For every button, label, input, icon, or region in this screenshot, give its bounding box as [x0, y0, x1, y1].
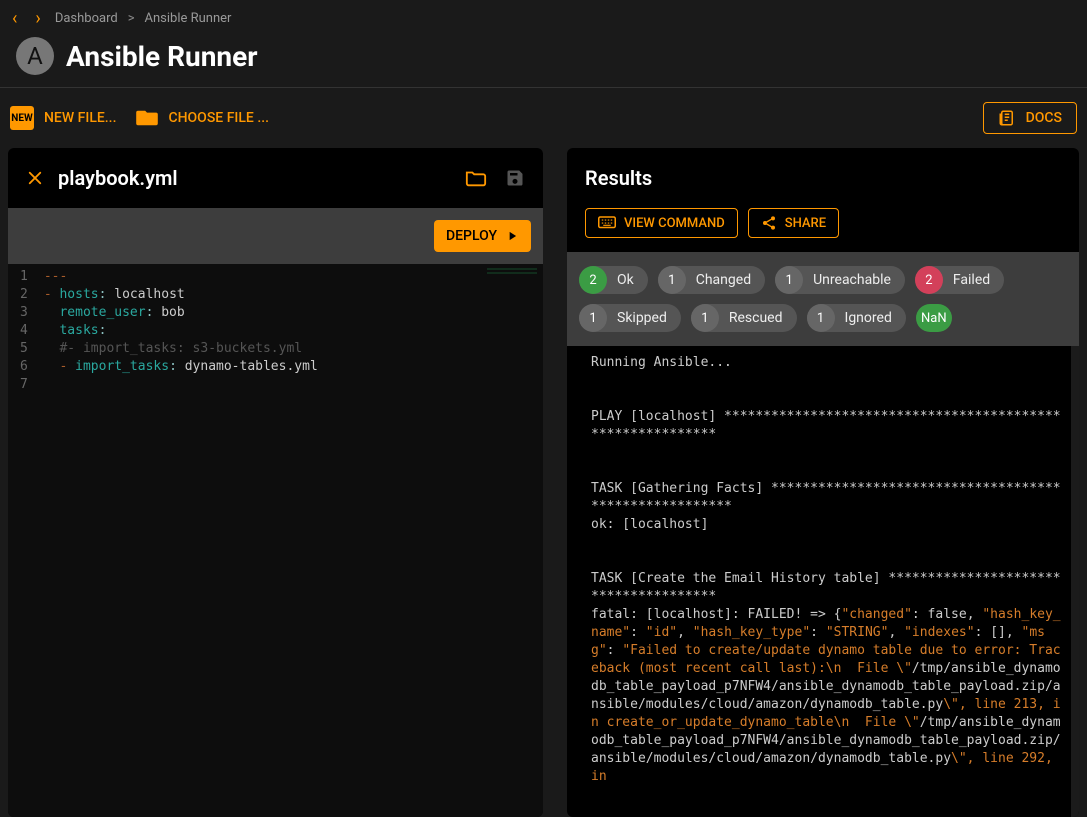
deploy-button[interactable]: DEPLOY [434, 220, 531, 252]
code-editor[interactable]: 1234567 --- - hosts: localhost remote_us… [8, 264, 543, 817]
toolbar: NEW NEW FILE... CHOOSE FILE ... DOCS [0, 88, 1087, 148]
share-label: SHARE [785, 216, 826, 231]
breadcrumb-bar: ‹ › Dashboard > Ansible Runner [0, 0, 1087, 37]
nav-back-button[interactable]: ‹ [8, 8, 21, 29]
stat-label: Ignored [845, 310, 892, 326]
panels: playbook.yml DEPLOY 1234567 --- - hosts:… [0, 148, 1087, 817]
code-content[interactable]: --- - hosts: localhost remote_user: bob … [36, 264, 326, 817]
line-gutter: 1234567 [8, 264, 36, 817]
stat-count: 1 [775, 266, 803, 294]
stat-count: 1 [691, 304, 719, 332]
view-command-label: VIEW COMMAND [624, 216, 725, 231]
results-title: Results [567, 148, 1079, 208]
minimap[interactable] [487, 268, 537, 298]
keyboard-icon [598, 216, 616, 230]
terminal-output[interactable]: Running Ansible... PLAY [localhost] ****… [567, 346, 1079, 817]
stat-label: Changed [696, 272, 751, 288]
deploy-bar: DEPLOY [8, 208, 543, 264]
choose-file-label: CHOOSE FILE ... [168, 110, 269, 126]
results-panel: Results VIEW COMMAND SHARE 2Ok1Changed1U… [567, 148, 1079, 817]
stat-chip-ignored[interactable]: 1 Ignored [807, 304, 906, 332]
open-folder-icon[interactable] [465, 168, 487, 188]
editor-filename: playbook.yml [58, 166, 178, 190]
share-button[interactable]: SHARE [748, 208, 839, 238]
title-row: A Ansible Runner [0, 37, 1087, 88]
deploy-label: DEPLOY [446, 228, 497, 244]
stats-bar: 2Ok1Changed1Unreachable2Failed1Skipped1R… [567, 252, 1079, 346]
stat-chip-nan[interactable]: NaN [916, 304, 952, 332]
stat-count: 1 [658, 266, 686, 294]
stat-chip-skipped[interactable]: 1 Skipped [579, 304, 681, 332]
stat-chip-unreachable[interactable]: 1 Unreachable [775, 266, 905, 294]
stat-label: Failed [953, 272, 990, 288]
stat-chip-changed[interactable]: 1 Changed [658, 266, 765, 294]
stat-count: 1 [579, 304, 607, 332]
docs-icon [998, 109, 1016, 127]
play-icon [505, 229, 519, 243]
close-icon[interactable] [26, 169, 44, 187]
breadcrumb-item-dashboard[interactable]: Dashboard [55, 11, 118, 26]
save-icon[interactable] [505, 168, 525, 188]
stat-count: 2 [579, 266, 607, 294]
editor-panel: playbook.yml DEPLOY 1234567 --- - hosts:… [8, 148, 543, 817]
stat-label: Rescued [729, 310, 783, 326]
new-file-button[interactable]: NEW NEW FILE... [10, 106, 116, 130]
stat-count: 2 [915, 266, 943, 294]
choose-file-button[interactable]: CHOOSE FILE ... [136, 109, 269, 127]
docs-label: DOCS [1026, 110, 1062, 126]
editor-header: playbook.yml [8, 148, 543, 208]
stat-chip-ok[interactable]: 2 Ok [579, 266, 648, 294]
app-logo: A [16, 37, 54, 75]
view-command-button[interactable]: VIEW COMMAND [585, 208, 738, 238]
stat-label: Skipped [617, 310, 667, 326]
breadcrumb-separator: > [128, 11, 135, 26]
stat-count: 1 [807, 304, 835, 332]
new-icon: NEW [10, 106, 34, 130]
stat-count: NaN [916, 304, 952, 332]
stat-chip-rescued[interactable]: 1 Rescued [691, 304, 797, 332]
breadcrumb-item-current[interactable]: Ansible Runner [145, 11, 232, 26]
nav-forward-button[interactable]: › [31, 8, 44, 29]
stat-label: Ok [617, 272, 634, 288]
stat-label: Unreachable [813, 272, 891, 288]
results-actions: VIEW COMMAND SHARE [567, 208, 1079, 252]
stat-chip-failed[interactable]: 2 Failed [915, 266, 1004, 294]
new-file-label: NEW FILE... [44, 110, 116, 126]
docs-button[interactable]: DOCS [983, 102, 1077, 134]
folder-icon [136, 109, 158, 127]
share-icon [761, 215, 777, 231]
page-title: Ansible Runner [66, 40, 257, 73]
